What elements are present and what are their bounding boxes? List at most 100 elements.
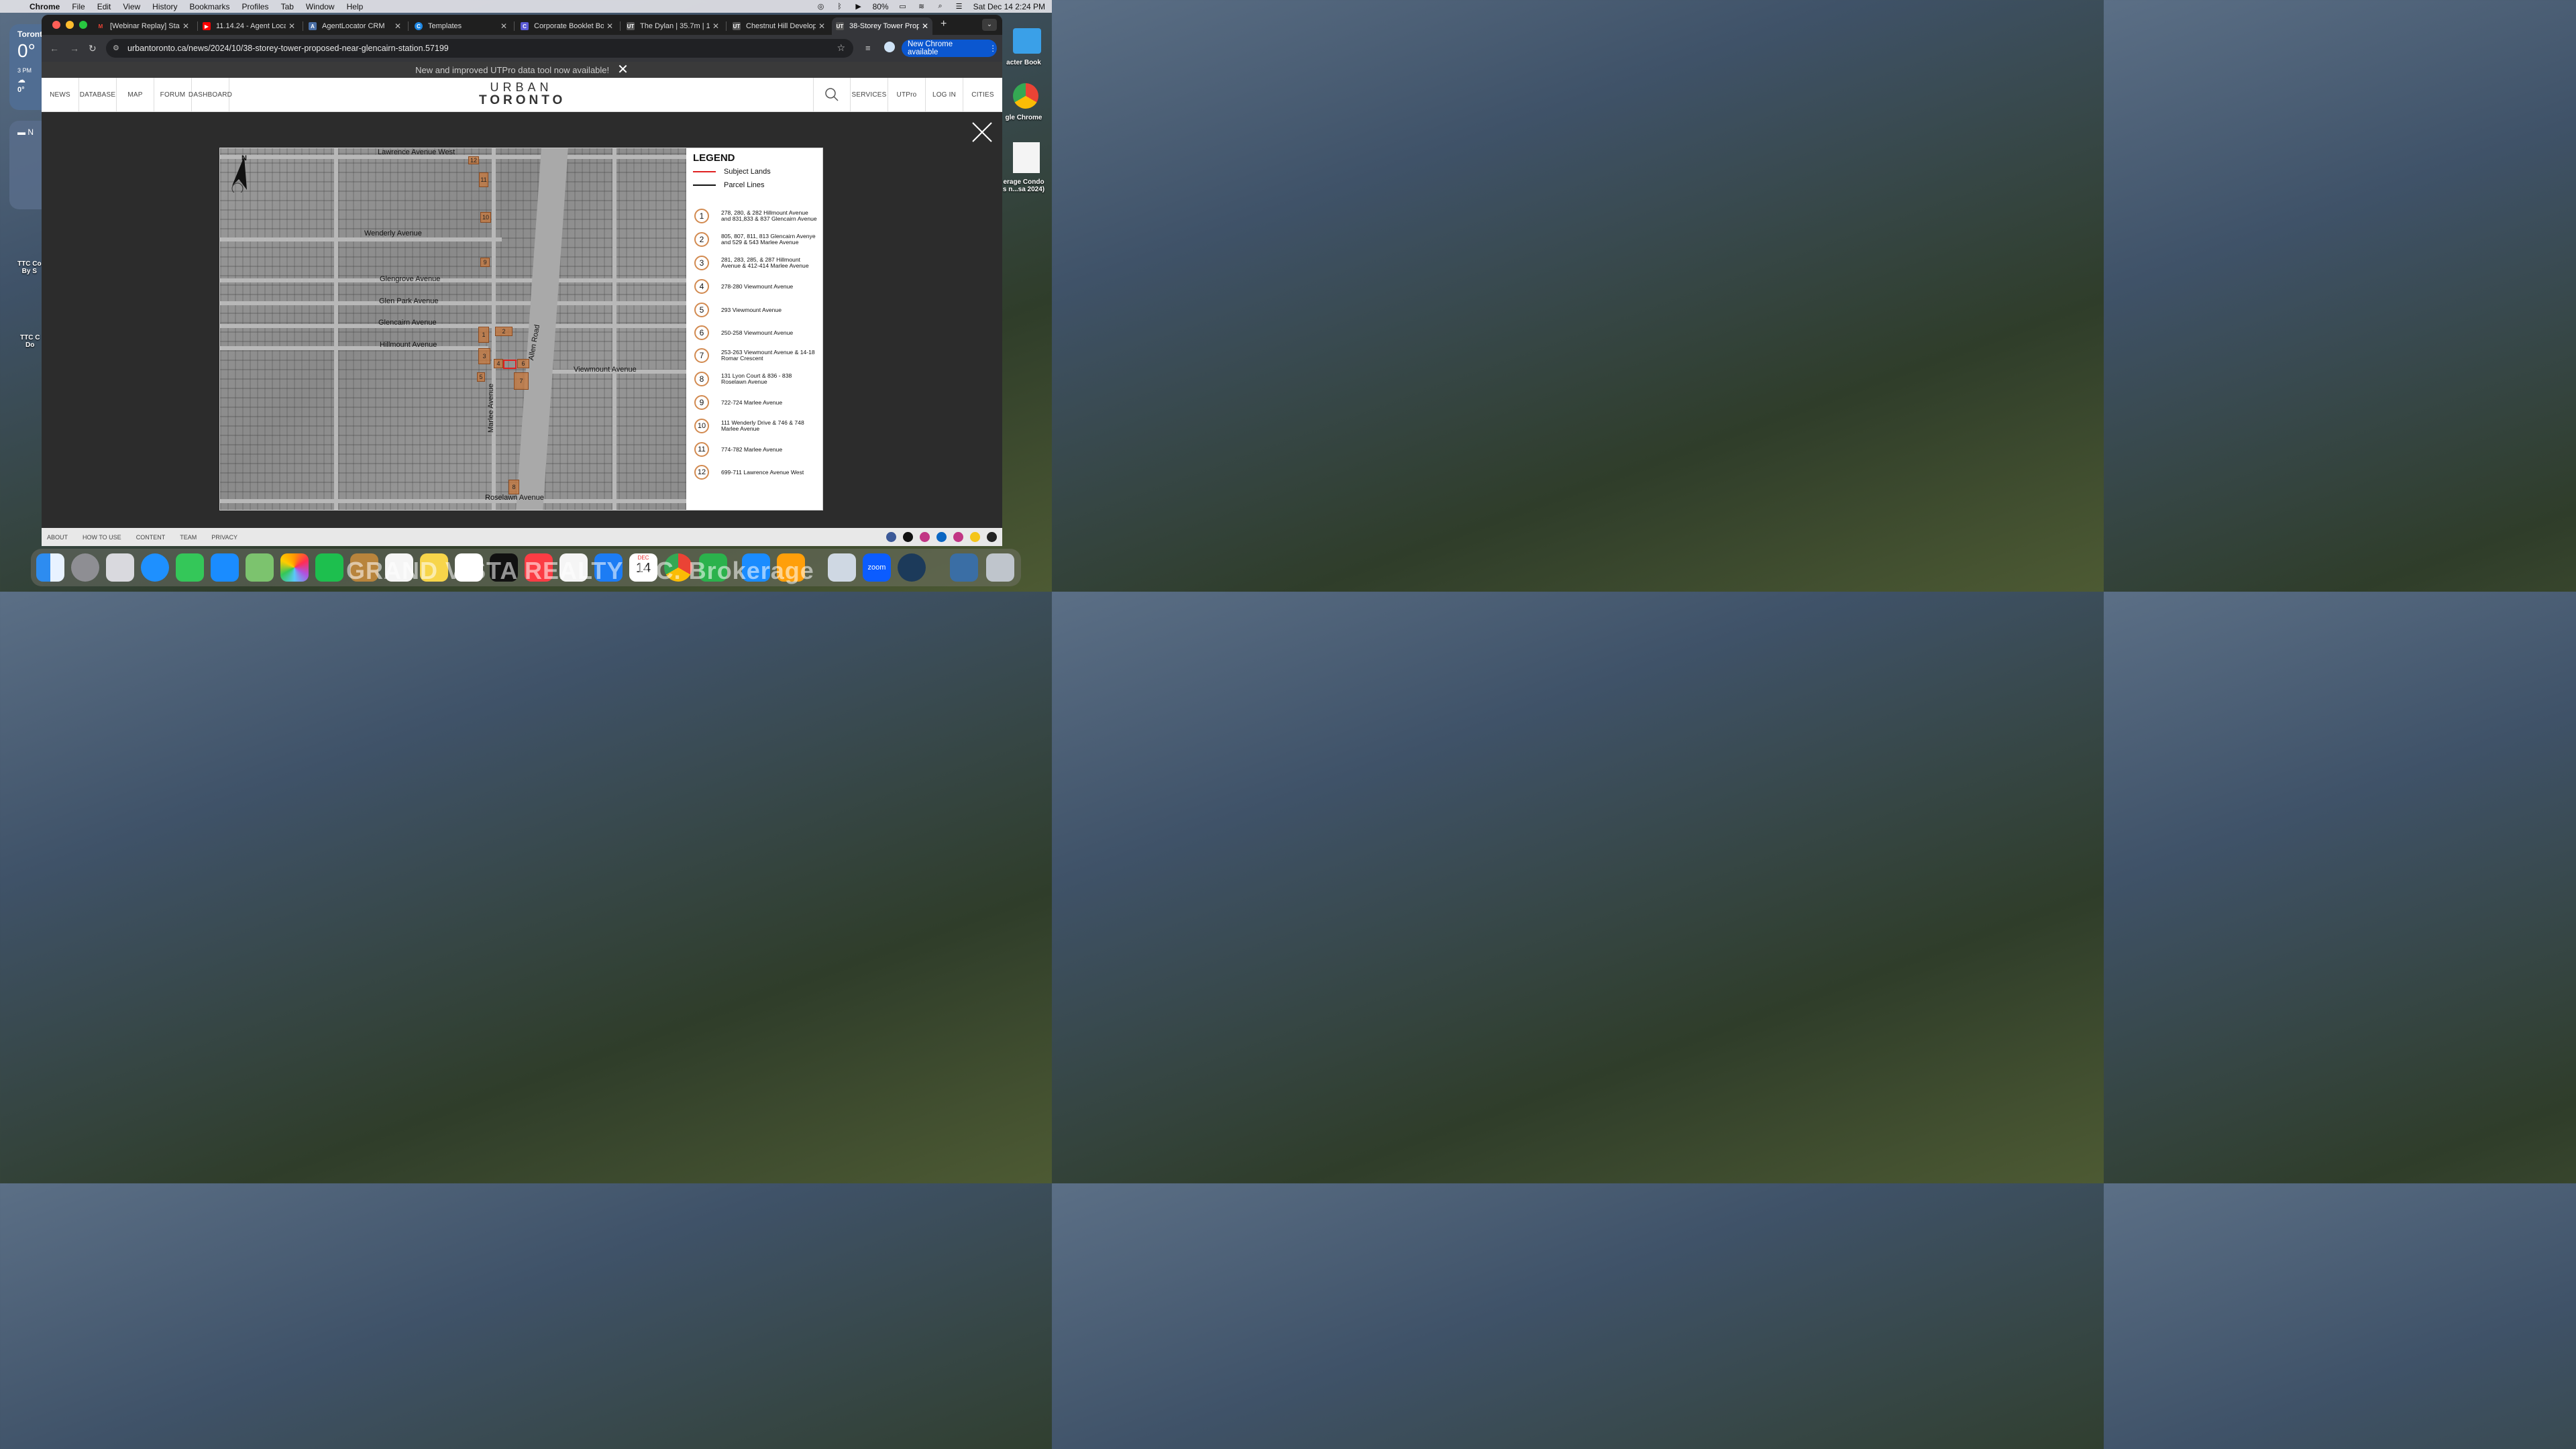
nav-forum[interactable]: FORUM xyxy=(154,78,192,111)
nav-log-in[interactable]: LOG IN xyxy=(926,78,963,111)
linkedin-icon[interactable] xyxy=(936,532,947,542)
tab-close-icon[interactable]: ✕ xyxy=(712,21,719,31)
play-icon[interactable]: ▶ xyxy=(854,3,863,11)
menu-history[interactable]: History xyxy=(152,2,177,11)
site-info-icon[interactable]: ⚙ xyxy=(113,44,119,52)
search-icon[interactable] xyxy=(813,78,851,111)
minimize-window-button[interactable] xyxy=(66,21,74,29)
tab-close-icon[interactable]: ✕ xyxy=(500,21,507,31)
tab-corporate-booklet[interactable]: C Corporate Booklet Bo ✕ xyxy=(517,17,617,35)
new-chrome-available-button[interactable]: New Chrome available ⋮ xyxy=(902,40,997,57)
instagram-icon[interactable] xyxy=(920,532,930,542)
weather-widget[interactable]: Toront 0° 3 PM ☁ 0° xyxy=(9,24,42,110)
tab-close-icon[interactable]: ✕ xyxy=(606,21,613,31)
x-icon[interactable] xyxy=(903,532,913,542)
menu-profiles[interactable]: Profiles xyxy=(242,2,269,11)
footer-about[interactable]: ABOUT xyxy=(47,534,68,541)
red-line-swatch xyxy=(693,171,716,172)
footer-team[interactable]: TEAM xyxy=(180,534,197,541)
desktop-item-condo[interactable]: erage Condo s n...sa 2024) xyxy=(1000,142,1048,193)
black-line-swatch xyxy=(693,184,716,186)
tab-templates[interactable]: C Templates ✕ xyxy=(411,17,511,35)
safari-icon[interactable] xyxy=(141,553,169,582)
nav-map[interactable]: MAP xyxy=(117,78,154,111)
footer-how-to-use[interactable]: HOW TO USE xyxy=(83,534,121,541)
desktop-item-book[interactable]: acter Book xyxy=(1004,28,1044,66)
nav-services[interactable]: SERVICES xyxy=(851,78,888,111)
nav-cities[interactable]: CITIES xyxy=(963,78,1002,111)
nav-dashboard[interactable]: DASHBOARD xyxy=(189,78,232,111)
footer-content[interactable]: CONTENT xyxy=(136,534,166,541)
airdrop-icon[interactable]: ◎ xyxy=(816,3,826,11)
spotlight-icon[interactable]: ⌕ xyxy=(936,2,945,11)
menubar-clock[interactable]: Sat Dec 14 2:24 PM xyxy=(973,2,1045,11)
nav-utpro[interactable]: UTPro xyxy=(888,78,926,111)
new-tab-icon[interactable]: + xyxy=(941,18,947,30)
tab-youtube[interactable]: ▶ 11.14.24 - Agent Loca ✕ xyxy=(199,17,299,35)
menu-file[interactable]: File xyxy=(72,2,85,11)
lightbox-close-icon[interactable] xyxy=(971,121,993,143)
reload-icon[interactable]: ↻ xyxy=(89,43,97,54)
facebook-icon[interactable] xyxy=(886,532,896,542)
tab-the-dylan[interactable]: UT The Dylan | 35.7m | 1 ✕ xyxy=(623,17,723,35)
tab-search-chevron-icon[interactable]: ⌄ xyxy=(982,19,997,31)
nav-news[interactable]: NEWS xyxy=(42,78,79,111)
menu-window[interactable]: Window xyxy=(306,2,335,11)
menu-help[interactable]: Help xyxy=(347,2,364,11)
banner-close-icon[interactable]: ✕ xyxy=(617,63,629,76)
wifi-icon[interactable]: ≋ xyxy=(917,3,926,11)
urbantoronto-logo[interactable]: URBAN TORONTO xyxy=(479,80,564,108)
system-settings-icon[interactable] xyxy=(71,553,99,582)
photos-icon[interactable] xyxy=(280,553,309,582)
downloads-folder-icon[interactable] xyxy=(950,553,978,582)
tab-38-storey-tower[interactable]: UT 38-Storey Tower Prop ✕ xyxy=(832,17,932,35)
menu-edit[interactable]: Edit xyxy=(97,2,111,11)
menu-view[interactable]: View xyxy=(123,2,140,11)
parcel-marker: 6 xyxy=(517,359,529,368)
tab-agentlocator[interactable]: A AgentLocator CRM ✕ xyxy=(305,17,405,35)
messages-icon[interactable] xyxy=(176,553,204,582)
tab-close-icon[interactable]: ✕ xyxy=(182,21,189,31)
reading-list-icon[interactable]: ≡ xyxy=(865,43,871,53)
back-icon[interactable]: ← xyxy=(50,43,59,54)
tiktok-icon[interactable] xyxy=(953,532,963,542)
facetime-icon[interactable] xyxy=(315,553,343,582)
banner-text[interactable]: New and improved UTPro data tool now ava… xyxy=(415,65,609,75)
footer-privacy[interactable]: PRIVACY xyxy=(211,534,237,541)
forward-icon[interactable]: → xyxy=(70,43,79,54)
legend-number: 9 xyxy=(694,395,709,410)
tab-chestnut-hill[interactable]: UT Chestnut Hill Develop ✕ xyxy=(729,17,829,35)
desktop-item-ttc-1[interactable]: TTC Co By S xyxy=(17,260,42,275)
trash-icon[interactable] xyxy=(986,553,1014,582)
nav-database[interactable]: DATABASE xyxy=(79,78,117,111)
notes-widget[interactable]: ▬ N xyxy=(9,121,42,209)
quicktime-icon[interactable] xyxy=(898,553,926,582)
menu-tab[interactable]: Tab xyxy=(281,2,294,11)
zoom-icon[interactable]: zoom xyxy=(863,553,891,582)
desktop-item-chrome[interactable]: gle Chrome xyxy=(1004,83,1044,121)
mail-icon[interactable] xyxy=(211,553,239,582)
address-bar[interactable]: ⚙ urbantoronto.ca/news/2024/10/38-storey… xyxy=(106,39,853,58)
control-center-icon[interactable]: ☰ xyxy=(955,3,964,11)
bookmark-star-icon[interactable]: ☆ xyxy=(837,42,845,54)
tab-close-icon[interactable]: ✕ xyxy=(818,21,825,31)
rss-icon[interactable] xyxy=(970,532,980,542)
profile-avatar-icon[interactable] xyxy=(884,42,895,52)
maps-icon[interactable] xyxy=(246,553,274,582)
finder-icon[interactable] xyxy=(36,553,64,582)
menu-app-name[interactable]: Chrome xyxy=(30,2,60,11)
tab-close-icon[interactable]: ✕ xyxy=(394,21,401,31)
parcel-marker: 2 xyxy=(495,327,513,336)
tab-webinar[interactable]: M [Webinar Replay] Sta ✕ xyxy=(93,17,193,35)
close-window-button[interactable] xyxy=(52,21,60,29)
battery-icon[interactable]: ▭ xyxy=(898,3,908,11)
bluetooth-icon[interactable]: ᛒ xyxy=(835,3,845,11)
menu-bookmarks[interactable]: Bookmarks xyxy=(190,2,230,11)
preview-icon[interactable] xyxy=(828,553,856,582)
email-icon[interactable] xyxy=(987,532,997,542)
desktop-item-ttc-2[interactable]: TTC C Do xyxy=(20,334,40,349)
launchpad-icon[interactable] xyxy=(106,553,134,582)
zoom-window-button[interactable] xyxy=(79,21,87,29)
tab-close-icon[interactable]: ✕ xyxy=(288,21,295,31)
tab-close-icon[interactable]: ✕ xyxy=(922,21,928,31)
